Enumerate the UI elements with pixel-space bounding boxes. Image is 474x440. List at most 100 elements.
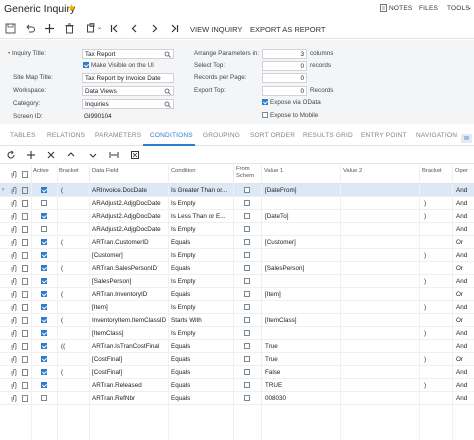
condition-cell[interactable]: Equals	[171, 356, 190, 363]
condition-cell[interactable]: Is Empty	[171, 226, 196, 233]
table-row[interactable]: [SalesPerson] Is Empty) And	[0, 275, 474, 288]
tab-navigation[interactable]: NAVIGATION	[416, 132, 457, 139]
active-checkbox[interactable]	[41, 304, 47, 310]
attachment-icon[interactable]	[11, 239, 17, 246]
data-field-cell[interactable]: [Item]	[92, 304, 108, 311]
condition-cell[interactable]: Equals	[171, 343, 190, 350]
note-icon[interactable]	[22, 200, 28, 207]
operator-cell[interactable]: And	[456, 213, 467, 220]
value1-cell[interactable]: 008030	[265, 395, 286, 402]
table-row[interactable]: [Item] Is Empty) And	[0, 301, 474, 314]
tab-entry-point[interactable]: ENTRY POINT	[361, 132, 407, 139]
expose-odata-checkbox[interactable]	[262, 99, 268, 105]
first-record-icon[interactable]	[109, 23, 120, 34]
category-field[interactable]: Inquiries	[82, 99, 174, 109]
col-from-schema[interactable]: From Schem	[236, 166, 254, 180]
tab-tables[interactable]: TABLES	[10, 132, 36, 139]
from-schema-checkbox[interactable]	[244, 317, 250, 323]
view-inquiry-button[interactable]: VIEW INQUIRY	[190, 25, 242, 34]
operator-cell[interactable]: And	[456, 200, 467, 207]
delete-row-icon[interactable]	[46, 150, 56, 160]
col-operator[interactable]: Oper	[455, 168, 468, 175]
condition-cell[interactable]: Equals	[171, 369, 190, 376]
from-schema-checkbox[interactable]	[244, 265, 250, 271]
files-button[interactable]: FILES	[419, 5, 438, 12]
from-schema-checkbox[interactable]	[244, 200, 250, 206]
note-icon[interactable]	[22, 239, 28, 246]
move-up-icon[interactable]	[66, 150, 76, 160]
copy-paste-chevron-icon[interactable]: ⌄	[97, 24, 102, 31]
active-checkbox[interactable]	[41, 382, 47, 388]
fit-columns-icon[interactable]	[109, 150, 119, 160]
attachment-icon[interactable]	[11, 330, 17, 337]
active-checkbox[interactable]	[41, 369, 47, 375]
refresh-icon[interactable]	[6, 150, 16, 160]
value1-cell[interactable]: [DateTo]	[265, 213, 288, 220]
operator-cell[interactable]: And	[456, 395, 467, 402]
data-field-cell[interactable]: [CostFinal]	[92, 356, 122, 363]
search-icon[interactable]	[164, 88, 171, 95]
operator-cell[interactable]: Or	[456, 265, 463, 272]
active-checkbox[interactable]	[41, 291, 47, 297]
operator-cell[interactable]: And	[456, 369, 467, 376]
tabs-overflow-button[interactable]	[461, 134, 472, 143]
value1-cell[interactable]: False	[265, 369, 280, 376]
value1-cell[interactable]: TRUE	[265, 382, 282, 389]
from-schema-checkbox[interactable]	[244, 382, 250, 388]
table-row[interactable]: (InventoryItem.ItemClassID Starts With [It…	[0, 314, 474, 327]
note-icon[interactable]	[22, 317, 28, 324]
data-field-cell[interactable]: [CostFinal]	[92, 369, 122, 376]
tab-sort-order[interactable]: SORT ORDER	[250, 132, 295, 139]
attachment-icon[interactable]	[11, 395, 17, 402]
condition-cell[interactable]: Is Less Than or E...	[171, 213, 225, 220]
close-brackets-cell[interactable]: )	[424, 252, 426, 259]
active-checkbox[interactable]	[41, 200, 47, 206]
condition-cell[interactable]: Equals	[171, 265, 190, 272]
from-schema-checkbox[interactable]	[244, 304, 250, 310]
table-row[interactable]: (ARTran.InventoryID Equals [Item] Or	[0, 288, 474, 301]
tab-parameters[interactable]: PARAMETERS	[95, 132, 141, 139]
attachment-icon[interactable]	[11, 213, 17, 220]
export-excel-icon[interactable]	[130, 150, 140, 160]
active-checkbox[interactable]	[41, 226, 47, 232]
col-active[interactable]: Active	[33, 168, 49, 175]
table-row[interactable]: [Customer] Is Empty) And	[0, 249, 474, 262]
condition-cell[interactable]: Is Empty	[171, 252, 196, 259]
data-field-cell[interactable]: ARTran.IsTranCostFinal	[92, 343, 159, 350]
table-row[interactable]: ARTran.RefNbr Equals 008030 And	[0, 392, 474, 405]
attachment-icon[interactable]	[11, 200, 17, 207]
close-brackets-cell[interactable]: )	[424, 382, 426, 389]
make-visible-checkbox[interactable]	[83, 62, 89, 68]
from-schema-checkbox[interactable]	[244, 226, 250, 232]
note-icon[interactable]	[22, 213, 28, 220]
value1-cell[interactable]: [SalesPerson]	[265, 265, 304, 272]
data-field-cell[interactable]: [Customer]	[92, 252, 123, 259]
records-per-page-field[interactable]: 0	[262, 73, 307, 83]
active-checkbox[interactable]	[41, 317, 47, 323]
note-icon[interactable]	[22, 278, 28, 285]
data-field-cell[interactable]: ARTran.InventoryID	[92, 291, 147, 298]
table-row[interactable]: [CostFinal] Equals True) Or	[0, 353, 474, 366]
value1-cell[interactable]: [Item]	[265, 291, 281, 298]
table-row[interactable]: › (ARInvoice.DocDate Is Greater Than or...…	[0, 184, 474, 197]
delete-icon[interactable]	[64, 23, 75, 34]
operator-cell[interactable]: And	[456, 278, 467, 285]
table-row[interactable]: ARAdjust2.AdjgDocDate Is Empty And	[0, 223, 474, 236]
open-brackets-cell[interactable]: (	[61, 369, 63, 376]
condition-cell[interactable]: Equals	[171, 239, 190, 246]
table-row[interactable]: ARTran.Released Equals TRUE) And	[0, 379, 474, 392]
from-schema-checkbox[interactable]	[244, 239, 250, 245]
attachment-icon[interactable]	[11, 317, 17, 324]
open-brackets-cell[interactable]: ((	[61, 343, 65, 350]
open-brackets-cell[interactable]: (	[61, 187, 63, 194]
attachment-icon[interactable]	[11, 252, 17, 259]
move-down-icon[interactable]	[88, 150, 98, 160]
attachment-icon[interactable]	[11, 369, 17, 376]
last-record-icon[interactable]	[169, 23, 180, 34]
tab-conditions[interactable]: CONDITIONS	[150, 132, 193, 139]
favorite-star-icon[interactable]: ★	[67, 3, 76, 14]
operator-cell[interactable]: Or	[456, 317, 463, 324]
col-data-field[interactable]: Data Field	[92, 168, 118, 175]
data-field-cell[interactable]: InventoryItem.ItemClassID	[92, 317, 166, 324]
tab-results-grid[interactable]: RESULTS GRID	[303, 132, 353, 139]
